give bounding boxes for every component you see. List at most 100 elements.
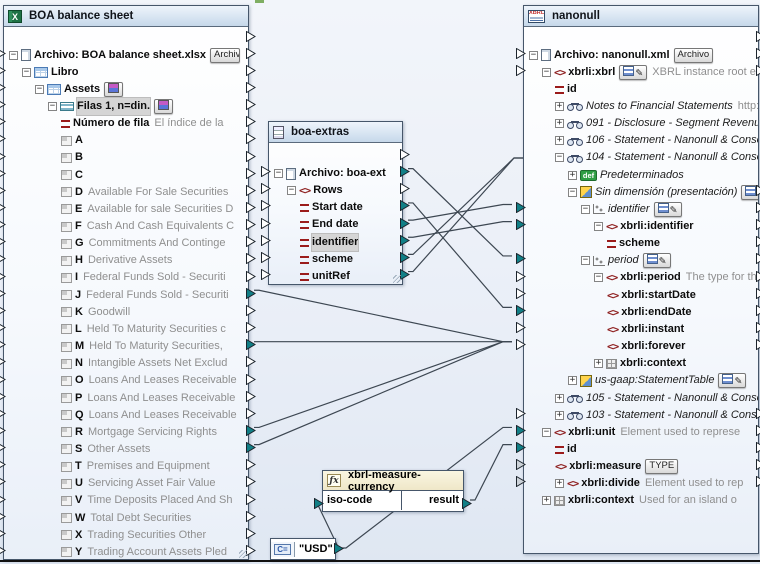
- tree-row-x[interactable]: XTrading Securities Other: [61, 527, 206, 544]
- tree-row-xbrl[interactable]: −<>xbrli:xbrl✎XBRL instance root el: [542, 64, 758, 81]
- output-connector-unit[interactable]: [756, 406, 760, 417]
- tree-row-j[interactable]: JFederal Funds Sold - Securiti: [61, 287, 229, 304]
- output-connector-k[interactable]: [246, 286, 256, 297]
- collapse-box[interactable]: −: [568, 188, 577, 197]
- input-connector-id[interactable]: [516, 63, 526, 74]
- output-connector-decimals[interactable]: [400, 267, 410, 278]
- output-connector-archivo[interactable]: [400, 147, 410, 158]
- collapse-box[interactable]: −: [274, 169, 283, 178]
- input-connector-xbrli_period[interactable]: [516, 251, 526, 262]
- tree-row-r[interactable]: RMortgage Servicing Rights: [61, 424, 217, 441]
- output-connector-id[interactable]: [756, 63, 760, 74]
- input-connector-decimals[interactable]: [261, 267, 271, 278]
- input-connector-i[interactable]: [0, 251, 6, 262]
- component-title-bar[interactable]: boa-extras: [269, 122, 402, 143]
- table-settings-button[interactable]: ✎: [654, 202, 682, 217]
- input-connector-v[interactable]: [0, 474, 6, 485]
- table-settings-button[interactable]: ✎: [619, 65, 647, 80]
- input-connector-f[interactable]: [0, 200, 6, 211]
- input-connector-e[interactable]: [0, 183, 6, 194]
- component-boa-balance-sheet[interactable]: X BOA balance sheet −Archivo: BOA balanc…: [3, 5, 249, 560]
- expand-box[interactable]: +: [555, 411, 564, 420]
- collapse-box[interactable]: −: [594, 273, 603, 282]
- collapse-box[interactable]: −: [555, 153, 564, 162]
- output-connector-start[interactable]: [400, 181, 410, 192]
- output-connector-f[interactable]: [246, 200, 256, 211]
- tree-row-d[interactable]: DAvailable For Sale Securities: [61, 184, 228, 201]
- tree-row-s105[interactable]: +105 - Statement - Nanonull & Conso: [555, 390, 758, 407]
- output-connector-x[interactable]: [246, 509, 256, 520]
- component-title-bar[interactable]: nanonull: [524, 6, 758, 27]
- component-nanonull[interactable]: nanonull −Archivo: nanonull.xmlArchivo−<…: [523, 5, 759, 554]
- tree-row-rows[interactable]: −<>Rows: [287, 182, 343, 199]
- tree-row-identifier[interactable]: identifier: [300, 234, 358, 251]
- input-connector-xbrl[interactable]: [516, 46, 526, 57]
- output-connector-xbrli_identifier[interactable]: [756, 200, 760, 211]
- input-connector-liabilities[interactable]: [0, 543, 6, 554]
- output-connector-m[interactable]: [246, 320, 256, 331]
- input-connector-instant[interactable]: [516, 303, 526, 314]
- input-connector-y[interactable]: [0, 526, 6, 537]
- output-connector-g[interactable]: [246, 217, 256, 228]
- table-options-button[interactable]: [104, 82, 123, 97]
- tree-row-scheme[interactable]: scheme: [300, 251, 353, 268]
- tree-row-xbrli_identifier[interactable]: −<>xbrli:identifier: [594, 218, 694, 235]
- output-connector-instant[interactable]: [756, 303, 760, 314]
- tree-row-id[interactable]: id: [555, 81, 577, 98]
- input-connector-x[interactable]: [0, 509, 6, 520]
- output-connector-archivo[interactable]: [756, 29, 760, 40]
- input-connector-libro[interactable]: [0, 46, 6, 57]
- input-connector-r[interactable]: [0, 406, 6, 417]
- expand-box[interactable]: +: [568, 171, 577, 180]
- tree-row-t[interactable]: TPremises and Equipment: [61, 458, 210, 475]
- connection-line[interactable]: [408, 222, 512, 238]
- tree-row-s[interactable]: SOther Assets: [61, 441, 150, 458]
- expand-box[interactable]: +: [594, 359, 603, 368]
- output-connector-e[interactable]: [246, 183, 256, 194]
- input-connector-l[interactable]: [0, 303, 6, 314]
- connection-line[interactable]: [408, 205, 512, 221]
- input-connector-j[interactable]: [0, 269, 6, 280]
- input-connector-numfila[interactable]: [0, 97, 6, 108]
- tree-row-q[interactable]: QLoans And Leases Receivable: [61, 407, 237, 424]
- tree-row-k[interactable]: KGoodwill: [61, 304, 130, 321]
- type-button[interactable]: TYPE: [645, 459, 678, 474]
- constant-value[interactable]: "USD": [295, 543, 337, 555]
- tree-row-o[interactable]: OLoans And Leases Receivable: [61, 372, 237, 389]
- connection-line[interactable]: [408, 158, 523, 254]
- output-connector-rows[interactable]: [400, 164, 410, 175]
- expand-box[interactable]: +: [555, 119, 564, 128]
- input-connector-q[interactable]: [0, 389, 6, 400]
- output-connector-q[interactable]: [246, 389, 256, 400]
- output-connector-o[interactable]: [246, 354, 256, 365]
- input-connector-d[interactable]: [0, 166, 6, 177]
- input-connector-divide[interactable]: [516, 457, 526, 468]
- tree-row-unit_id[interactable]: id: [555, 441, 577, 458]
- expand-box[interactable]: +: [568, 376, 577, 385]
- tree-row-unitref[interactable]: unitRef: [300, 268, 350, 284]
- tree-row-a[interactable]: A: [61, 132, 83, 149]
- collapse-box[interactable]: −: [22, 68, 31, 77]
- input-connector-t[interactable]: [0, 440, 6, 451]
- output-connector-result[interactable]: [462, 496, 472, 507]
- output-connector-c[interactable]: [246, 149, 256, 160]
- connection-line[interactable]: [254, 342, 512, 445]
- expand-box[interactable]: +: [555, 136, 564, 145]
- output-connector-unitref[interactable]: [400, 250, 410, 261]
- output-connector-filas[interactable]: [246, 80, 256, 91]
- output-connector-i[interactable]: [246, 251, 256, 262]
- output-connector-p[interactable]: [246, 372, 256, 383]
- collapse-box[interactable]: −: [581, 205, 590, 214]
- tree-row-g[interactable]: GCommitments And Continge: [61, 235, 226, 252]
- resize-grip[interactable]: [239, 550, 247, 558]
- output-connector-w[interactable]: [246, 492, 256, 503]
- table-settings-button[interactable]: ✎: [643, 253, 671, 268]
- input-connector-rows[interactable]: [261, 164, 271, 175]
- tree-row-m[interactable]: MHeld To Maturity Securities,: [61, 338, 223, 355]
- constant-usd[interactable]: C= "USD": [270, 538, 336, 560]
- collapse-box[interactable]: −: [48, 102, 57, 111]
- expand-box[interactable]: +: [555, 394, 564, 403]
- tree-row-archivo[interactable]: −Archivo: BOA balance sheet.xlsxArchivo: [9, 47, 240, 64]
- tree-row-xbrli_period[interactable]: −<>xbrli:periodThe type for th: [594, 269, 757, 286]
- input-connector-start[interactable]: [261, 181, 271, 192]
